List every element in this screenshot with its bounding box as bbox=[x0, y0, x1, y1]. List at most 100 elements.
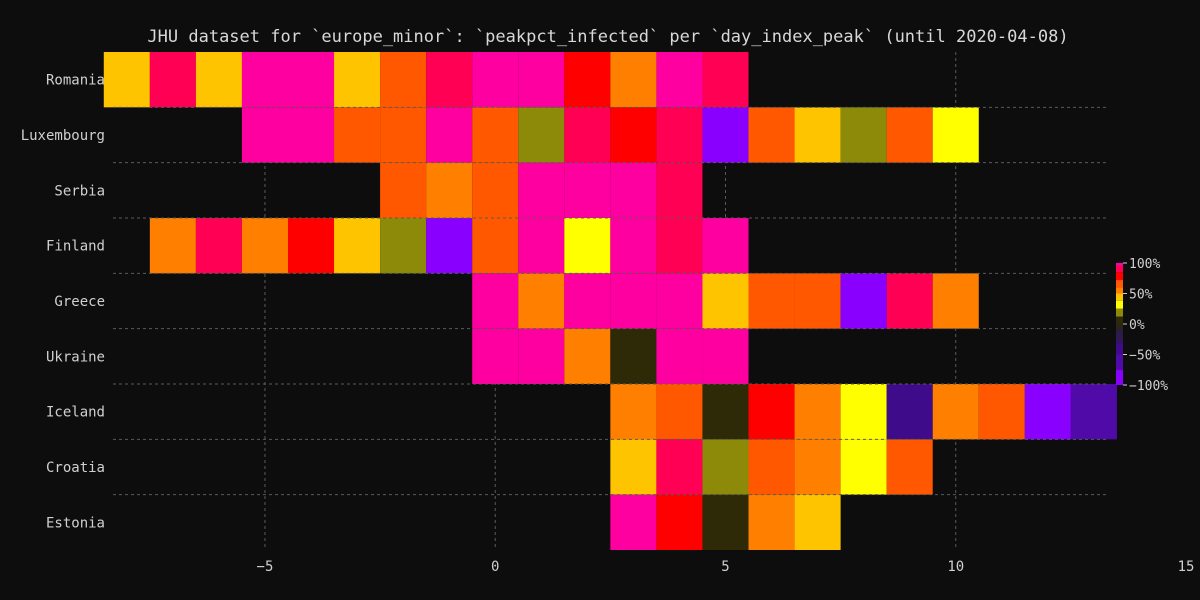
x-tick-label: 10 bbox=[947, 559, 964, 575]
heatmap-cell bbox=[610, 439, 657, 495]
chart-title: JHU dataset for `europe_minor`: `peakpct… bbox=[147, 27, 1068, 47]
colorbar-segment bbox=[1116, 266, 1123, 273]
heatmap-cell bbox=[656, 273, 703, 329]
heatmap-cell bbox=[794, 384, 841, 440]
heatmap-cell bbox=[840, 107, 887, 163]
country-label: Luxembourg bbox=[21, 128, 105, 144]
colorbar-tick-label: 50% bbox=[1129, 288, 1153, 303]
heatmap-cell bbox=[472, 218, 519, 274]
heatmap-cell bbox=[656, 162, 703, 218]
heatmap-cell bbox=[564, 218, 611, 274]
heatmap-cell bbox=[702, 328, 749, 384]
heatmap-cell bbox=[656, 218, 703, 274]
heatmap-cell bbox=[472, 52, 519, 108]
heatmap-cell bbox=[472, 328, 519, 384]
country-label: Iceland bbox=[46, 405, 105, 421]
colorbar-tick-label: 0% bbox=[1129, 318, 1145, 333]
heatmap-cell bbox=[472, 273, 519, 329]
heatmap-cell bbox=[610, 273, 657, 329]
heatmap-cell bbox=[794, 494, 841, 550]
heatmap-cell bbox=[426, 52, 473, 108]
heatmap-cell bbox=[426, 107, 473, 163]
heatmap-cell bbox=[195, 218, 242, 274]
heatmap-cell bbox=[932, 273, 979, 329]
colorbar-tick-label: −50% bbox=[1129, 349, 1160, 364]
heatmap-cell bbox=[149, 52, 196, 108]
heatmap-cell bbox=[656, 107, 703, 163]
heatmap-cell bbox=[794, 439, 841, 495]
heatmap-cell bbox=[518, 107, 565, 163]
x-tick-label: 0 bbox=[491, 559, 499, 575]
heatmap-cell bbox=[564, 162, 611, 218]
heatmap-cell bbox=[241, 52, 288, 108]
heatmap-cell bbox=[610, 494, 657, 550]
heatmap-cell bbox=[656, 384, 703, 440]
colorbar-segment bbox=[1116, 354, 1123, 370]
heatmap-cell bbox=[702, 439, 749, 495]
heatmap-chart: JHU dataset for `europe_minor`: `peakpct… bbox=[0, 0, 1200, 600]
colorbar-segment bbox=[1116, 342, 1123, 355]
heatmap-cell bbox=[794, 107, 841, 163]
heatmap-cell bbox=[610, 52, 657, 108]
heatmap-cell bbox=[241, 107, 288, 163]
country-label: Estonia bbox=[46, 515, 105, 531]
country-label: Greece bbox=[54, 294, 105, 310]
heatmap-cell bbox=[748, 439, 795, 495]
colorbar-segment bbox=[1116, 316, 1123, 324]
heatmap-cell bbox=[702, 107, 749, 163]
heatmap-cell bbox=[656, 328, 703, 384]
heatmap-cell bbox=[564, 328, 611, 384]
heatmap-cell bbox=[656, 494, 703, 550]
heatmap-cell bbox=[426, 162, 473, 218]
colorbar-segment bbox=[1116, 280, 1123, 288]
heatmap-cell bbox=[334, 107, 381, 163]
x-tick-label: −5 bbox=[257, 559, 274, 575]
heatmap-cell bbox=[472, 107, 519, 163]
heatmap-cell bbox=[564, 107, 611, 163]
heatmap-cell bbox=[149, 218, 196, 274]
heatmap-cell bbox=[886, 273, 933, 329]
heatmap-cell bbox=[656, 52, 703, 108]
heatmap-cell bbox=[610, 162, 657, 218]
heatmap-cell bbox=[748, 384, 795, 440]
colorbar-segment bbox=[1116, 331, 1123, 343]
heatmap-cell bbox=[103, 52, 150, 108]
heatmap-cell bbox=[932, 384, 979, 440]
heatmap-cell bbox=[702, 218, 749, 274]
colorbar-segment bbox=[1116, 287, 1123, 294]
heatmap-cell bbox=[334, 52, 381, 108]
colorbar-segment bbox=[1116, 369, 1123, 385]
heatmap-cell bbox=[702, 52, 749, 108]
colorbar-segment bbox=[1116, 324, 1123, 332]
heatmap-cell bbox=[380, 107, 427, 163]
colorbar-segment bbox=[1116, 300, 1123, 309]
heatmap-cell bbox=[380, 52, 427, 108]
heatmap-cell bbox=[610, 218, 657, 274]
x-tick-label: 15 bbox=[1178, 559, 1195, 575]
heatmap-cell bbox=[840, 273, 887, 329]
heatmap-cell bbox=[426, 218, 473, 274]
heatmap-cell bbox=[886, 439, 933, 495]
heatmap-cell bbox=[794, 273, 841, 329]
heatmap-cell bbox=[610, 384, 657, 440]
heatmap-cell bbox=[932, 107, 979, 163]
heatmap-cell bbox=[702, 494, 749, 550]
heatmap-cell bbox=[1024, 384, 1071, 440]
heatmap-cell bbox=[748, 107, 795, 163]
country-label: Croatia bbox=[46, 460, 105, 476]
heatmap-cell bbox=[1070, 384, 1117, 440]
colorbar-segment bbox=[1116, 272, 1123, 281]
heatmap-cell bbox=[702, 384, 749, 440]
heatmap-cell bbox=[518, 218, 565, 274]
heatmap-cell bbox=[656, 439, 703, 495]
heatmap-cell bbox=[564, 273, 611, 329]
country-label: Ukraine bbox=[46, 349, 105, 365]
heatmap-cell bbox=[978, 384, 1025, 440]
heatmap-cell bbox=[287, 107, 335, 163]
colorbar-segment bbox=[1116, 293, 1123, 301]
heatmap-cell bbox=[840, 384, 887, 440]
country-label: Finland bbox=[46, 239, 105, 255]
country-label: Romania bbox=[46, 73, 105, 89]
heatmap-cell bbox=[287, 218, 335, 274]
colorbar-tick-label: −100% bbox=[1129, 379, 1168, 394]
